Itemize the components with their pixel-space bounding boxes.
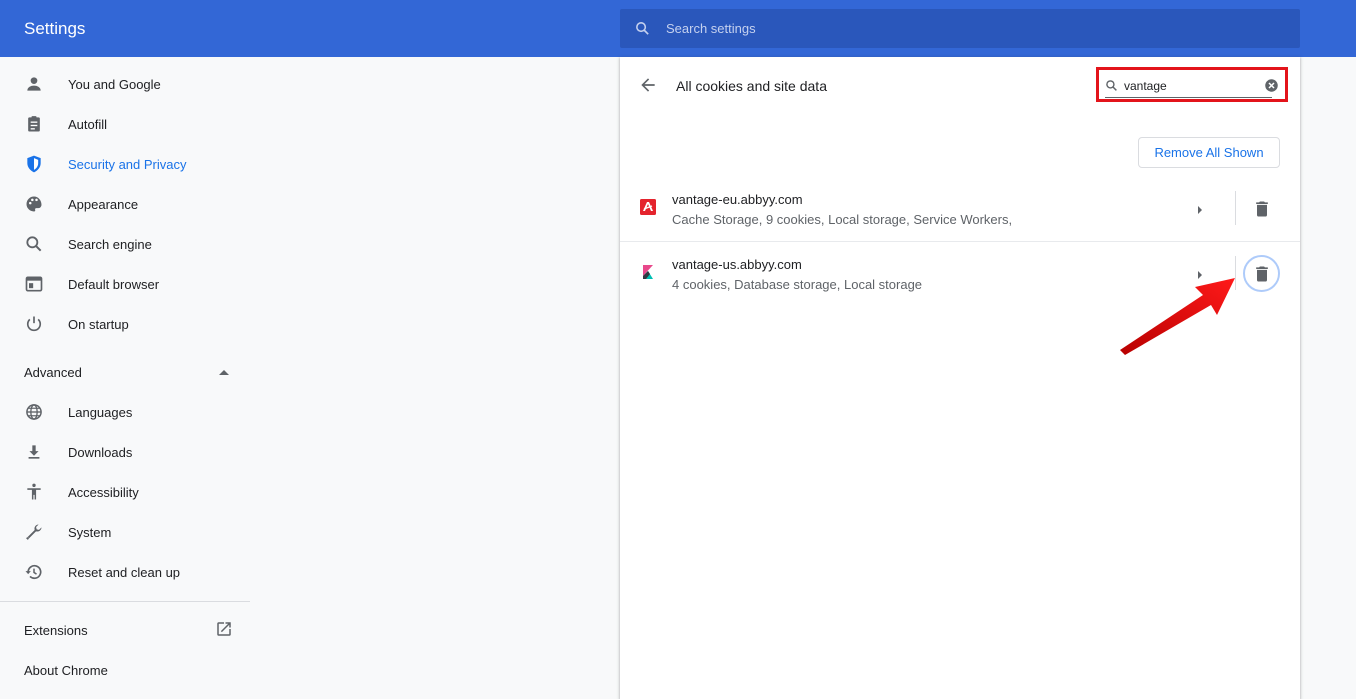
site-name: vantage-eu.abbyy.com <box>672 192 803 207</box>
cookie-search-field[interactable]: vantage <box>1096 67 1288 102</box>
advanced-section-label[interactable]: Advanced <box>24 365 82 380</box>
sidebar-item-label: You and Google <box>68 77 161 92</box>
expand-arrow-icon[interactable] <box>1196 205 1204 215</box>
sidebar-item-accessibility[interactable]: Accessibility <box>0 472 250 512</box>
cookie-search-value: vantage <box>1124 79 1167 93</box>
sidebar-item-downloads[interactable]: Downloads <box>0 432 250 472</box>
sidebar-item-label: Security and Privacy <box>68 157 187 172</box>
sidebar-item-label: On startup <box>68 317 129 332</box>
sidebar: You and Google Autofill Security and Pri… <box>0 57 250 699</box>
wrench-icon <box>26 524 42 540</box>
extensions-link[interactable]: Extensions <box>24 623 88 638</box>
sidebar-item-autofill[interactable]: Autofill <box>0 104 250 144</box>
clear-search-icon[interactable] <box>1264 78 1279 93</box>
cookies-panel: All cookies and site data vantage Remove… <box>620 57 1300 699</box>
kibana-favicon-icon <box>643 265 653 279</box>
history-icon <box>25 564 42 580</box>
sidebar-divider <box>0 601 250 602</box>
page-title: Settings <box>24 19 86 38</box>
palette-icon <box>26 196 42 212</box>
back-arrow-icon[interactable] <box>638 75 658 95</box>
about-chrome-link[interactable]: About Chrome <box>24 663 108 678</box>
shield-icon <box>27 155 41 173</box>
search-underline <box>1105 97 1272 98</box>
row-separator <box>1235 191 1236 225</box>
sidebar-item-label: Reset and clean up <box>68 565 181 580</box>
remove-all-shown-button[interactable]: Remove All Shown <box>1138 137 1280 168</box>
accessibility-icon <box>27 483 41 500</box>
browser-icon <box>25 276 43 292</box>
sidebar-item-label: Appearance <box>68 197 139 212</box>
sidebar-item-languages[interactable]: Languages <box>0 392 250 432</box>
sidebar-item-label: Accessibility <box>68 485 139 500</box>
section-title: All cookies and site data <box>676 78 827 94</box>
search-icon <box>636 22 649 35</box>
sidebar-item-security-and-privacy[interactable]: Security and Privacy <box>0 144 250 184</box>
sidebar-item-label: Search engine <box>68 237 152 252</box>
download-icon <box>28 445 40 459</box>
search-icon <box>26 236 42 252</box>
sidebar-item-system[interactable]: System <box>0 512 250 552</box>
site-details: 4 cookies, Database storage, Local stora… <box>672 277 923 292</box>
sidebar-item-search-engine[interactable]: Search engine <box>0 224 250 264</box>
sidebar-item-label: Default browser <box>68 277 160 292</box>
site-details: Cache Storage, 9 cookies, Local storage,… <box>672 212 1013 227</box>
clipboard-icon <box>28 116 40 132</box>
sidebar-item-appearance[interactable]: Appearance <box>0 184 250 224</box>
sidebar-item-label: System <box>68 525 112 540</box>
sidebar-item-on-startup[interactable]: On startup <box>0 304 250 344</box>
site-name: vantage-us.abbyy.com <box>672 257 802 272</box>
sidebar-item-label: Languages <box>68 405 133 420</box>
search-icon <box>1106 80 1117 91</box>
abbyy-favicon-icon <box>640 199 656 215</box>
caret-up-icon[interactable] <box>218 368 230 376</box>
open-in-new-icon[interactable] <box>215 620 233 638</box>
annotation-arrow <box>1120 278 1235 355</box>
sidebar-item-you-and-google[interactable]: You and Google <box>0 64 250 104</box>
site-row[interactable]: vantage-eu.abbyy.com Cache Storage, 9 co… <box>620 177 1300 242</box>
person-icon <box>27 77 41 91</box>
sidebar-item-label: Autofill <box>68 117 108 132</box>
sidebar-item-default-browser[interactable]: Default browser <box>0 264 250 304</box>
search-settings-field[interactable]: Search settings <box>620 9 1300 48</box>
power-icon <box>26 316 42 332</box>
globe-icon <box>26 404 42 420</box>
sidebar-item-reset-and-clean-up[interactable]: Reset and clean up <box>0 552 250 592</box>
delete-icon[interactable] <box>1252 199 1272 219</box>
sidebar-item-label: Downloads <box>68 445 133 460</box>
delete-icon[interactable] <box>1252 264 1272 284</box>
search-settings-placeholder: Search settings <box>666 21 756 36</box>
top-bar: Settings Search settings <box>0 0 1356 57</box>
